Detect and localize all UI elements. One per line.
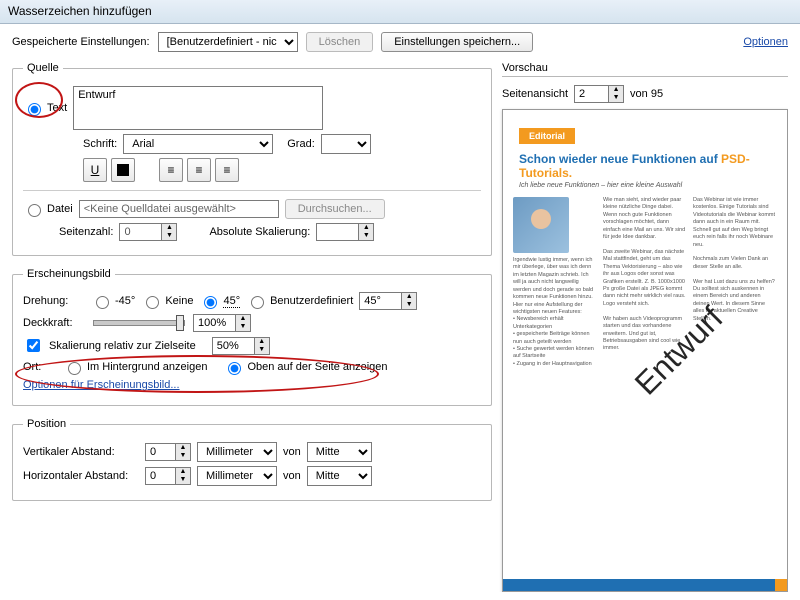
rot-neg45-radio[interactable]: [96, 296, 109, 309]
options-link[interactable]: Optionen: [743, 36, 788, 48]
vdist-input[interactable]: [145, 443, 175, 461]
spin-up-icon[interactable]: ▲: [176, 468, 190, 476]
source-legend: Quelle: [23, 62, 63, 74]
spin-up-icon: ▲: [162, 224, 176, 232]
spin-down-icon[interactable]: ▼: [236, 323, 250, 331]
font-label: Schrift:: [83, 138, 117, 150]
align-right-icon[interactable]: ≡: [215, 158, 239, 182]
spin-up-icon[interactable]: ▲: [402, 293, 416, 301]
opacity-input[interactable]: [193, 314, 235, 332]
hdist-from-label: von: [283, 470, 301, 482]
save-settings-button[interactable]: Einstellungen speichern...: [381, 32, 533, 52]
align-center-icon[interactable]: ≡: [187, 158, 211, 182]
editorial-badge: Editorial: [519, 128, 575, 144]
window-title: Wasserzeichen hinzufügen: [0, 0, 800, 24]
hdist-label: Horizontaler Abstand:: [23, 470, 139, 482]
position-group: Position Vertikaler Abstand: ▲▼ Millimet…: [12, 418, 492, 501]
hdist-ref-select[interactable]: Mitte: [307, 466, 372, 486]
location-label: Ort:: [23, 361, 57, 373]
spin-down-icon: ▼: [162, 232, 176, 240]
spin-up-icon[interactable]: ▲: [176, 444, 190, 452]
source-file-label: Datei: [47, 203, 73, 215]
abs-scale-input: [316, 223, 358, 241]
headline-text: Schon wieder neue Funktionen auf: [519, 152, 721, 166]
rot-neg45-label: -45°: [115, 295, 135, 307]
spin-down-icon[interactable]: ▼: [255, 346, 269, 354]
preview-headline: Schon wieder neue Funktionen auf PSD-Tut…: [503, 152, 787, 180]
author-photo: [513, 197, 569, 253]
source-text-label: Text: [47, 102, 67, 114]
rel-scale-input[interactable]: [212, 337, 254, 355]
preview-page: Editorial Schon wieder neue Funktionen a…: [502, 109, 788, 592]
page-view-label: Seitenansicht: [502, 88, 568, 100]
pagecount-input: [119, 223, 161, 241]
position-legend: Position: [23, 418, 70, 430]
underline-icon[interactable]: U: [83, 158, 107, 182]
rot-custom-input[interactable]: [359, 292, 401, 310]
spin-down-icon[interactable]: ▼: [176, 452, 190, 460]
pagecount-label: Seitenzahl:: [59, 226, 113, 238]
rot-none-label: Keine: [165, 295, 193, 307]
loc-top-radio[interactable]: [228, 362, 241, 375]
watermark-text-input[interactable]: Entwurf: [73, 86, 323, 130]
browse-button[interactable]: Durchsuchen...: [285, 199, 385, 219]
hdist-input[interactable]: [145, 467, 175, 485]
loc-behind-label: Im Hintergrund anzeigen: [87, 361, 207, 373]
abs-scale-label: Absolute Skalierung:: [209, 226, 310, 238]
appearance-legend: Erscheinungsbild: [23, 268, 115, 280]
source-text-radio[interactable]: [28, 103, 41, 116]
size-label: Grad:: [287, 138, 315, 150]
loc-behind-radio[interactable]: [68, 362, 81, 375]
text-color-icon[interactable]: [111, 158, 135, 182]
source-group: Quelle Text Entwurf Schrift: Arial Grad:: [12, 62, 492, 256]
opacity-label: Deckkraft:: [23, 317, 85, 329]
size-select[interactable]: [321, 134, 371, 154]
rot-45-radio[interactable]: [204, 296, 217, 309]
spin-down-icon: ▼: [359, 232, 373, 240]
source-file-field: [79, 200, 279, 218]
loc-top-label: Oben auf der Seite anzeigen: [247, 361, 387, 373]
font-select[interactable]: Arial: [123, 134, 273, 154]
rotation-label: Drehung:: [23, 295, 85, 307]
hdist-unit-select[interactable]: Millimeter: [197, 466, 277, 486]
page-total-label: von 95: [630, 88, 663, 100]
saved-settings-select[interactable]: [Benutzerdefiniert - nicht gespeichert]: [158, 32, 298, 52]
delete-button[interactable]: Löschen: [306, 32, 374, 52]
opacity-slider[interactable]: [93, 320, 185, 326]
rot-none-radio[interactable]: [146, 296, 159, 309]
rot-45-label: 45°: [223, 295, 240, 308]
spin-up-icon[interactable]: ▲: [609, 86, 623, 94]
spin-down-icon[interactable]: ▼: [176, 476, 190, 484]
source-file-radio[interactable]: [28, 204, 41, 217]
spin-down-icon[interactable]: ▼: [609, 94, 623, 102]
page-footer-bar: [503, 579, 787, 591]
rot-custom-radio[interactable]: [251, 296, 264, 309]
appearance-options-link[interactable]: Optionen für Erscheinungsbild...: [23, 379, 180, 391]
vdist-label: Vertikaler Abstand:: [23, 446, 139, 458]
spin-down-icon[interactable]: ▼: [402, 301, 416, 309]
appearance-group: Erscheinungsbild Drehung: -45° Keine 45°…: [12, 268, 492, 406]
spin-up-icon: ▲: [359, 224, 373, 232]
align-left-icon[interactable]: ≡: [159, 158, 183, 182]
preview-legend: Vorschau: [502, 62, 788, 74]
rel-scale-label: Skalierung relativ zur Zielseite: [49, 340, 196, 352]
vdist-from-label: von: [283, 446, 301, 458]
rot-custom-label: Benutzerdefiniert: [270, 295, 353, 307]
rel-scale-check[interactable]: [27, 339, 40, 352]
page-view-input[interactable]: [574, 85, 608, 103]
saved-settings-label: Gespeicherte Einstellungen:: [12, 36, 150, 48]
preview-subhead: Ich liebe neue Funktionen – hier eine kl…: [503, 180, 787, 191]
vdist-unit-select[interactable]: Millimeter: [197, 442, 277, 462]
spin-up-icon[interactable]: ▲: [236, 315, 250, 323]
spin-up-icon[interactable]: ▲: [255, 338, 269, 346]
vdist-ref-select[interactable]: Mitte: [307, 442, 372, 462]
